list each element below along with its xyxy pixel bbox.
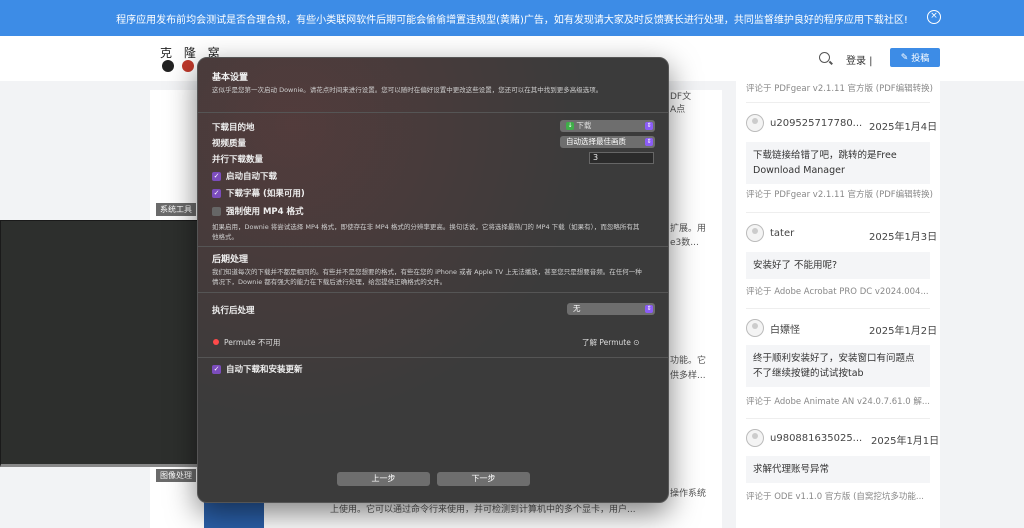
- comment-user[interactable]: u980881635025...: [746, 429, 862, 447]
- login-link[interactable]: 登录 |: [846, 52, 873, 67]
- article-excerpt: 上使用。它可以通过命令行来使用，并可检测到计算机中的多个显卡，用户...: [330, 505, 636, 515]
- post-processing-desc: 我们知道每次的下载并不都是相同的。有些并不是您想要的格式，有些在您的 iPhon…: [212, 268, 642, 286]
- comment-text: 求解代理账号异常: [746, 456, 930, 483]
- basic-settings-title: 基本设置: [212, 73, 249, 83]
- checkmark-icon: ✓: [212, 364, 221, 374]
- parallel-downloads-label: 并行下载数量: [212, 155, 264, 165]
- comment-source[interactable]: 评论于 ODE v1.1.0 官方版 (自窝挖坑多功能...: [746, 490, 924, 502]
- video-quality-popup[interactable]: 自动选择最佳画质 ⇕: [560, 136, 655, 148]
- comment-source[interactable]: 评论于 Adobe Animate AN v24.0.7.61.0 解...: [746, 395, 930, 407]
- unchecked-box-icon: [212, 206, 221, 216]
- chevron-updown-icon: ⇕: [645, 122, 653, 130]
- avatar: [746, 224, 764, 242]
- download-dest-popup[interactable]: ↓ 下载 ⇕: [560, 120, 655, 132]
- search-icon[interactable]: [819, 52, 830, 63]
- post-processing-title: 后期处理: [212, 255, 249, 265]
- divider: [198, 292, 668, 293]
- comment-source[interactable]: 评论于 Adobe Acrobat PRO DC v2024.004...: [746, 285, 929, 297]
- auto-update-checkbox[interactable]: ✓ 自动下载和安装更新: [212, 363, 303, 375]
- video-quality-label: 视频质量: [212, 139, 247, 149]
- comment-text: 下载链接给错了吧，跳转的是Free Download Manager: [746, 142, 930, 184]
- learn-permute-link[interactable]: 了解 Permute ⊙: [582, 337, 640, 348]
- permute-status: Permute 不可用: [224, 338, 281, 347]
- article-excerpt: 功能。它: [670, 356, 707, 366]
- subtitles-checkbox[interactable]: ✓ 下载字幕 (如果可用): [212, 187, 305, 199]
- article-excerpt: 供多样...: [670, 371, 706, 381]
- comment-user[interactable]: tater: [746, 224, 794, 242]
- divider: [746, 308, 930, 309]
- comment-date: 2025年1月2日: [869, 326, 938, 337]
- divider: [198, 357, 668, 358]
- article-excerpt: DF文: [670, 92, 692, 102]
- article-excerpt: e3数...: [670, 238, 699, 248]
- chevron-updown-icon: ⇕: [645, 305, 653, 313]
- basic-settings-desc: 这似乎是您第一次启动 Downie。请花点时间来进行设置。您可以随时在偏好设置中…: [212, 86, 603, 94]
- mp4-desc: 如果启用，Downie 将尝试选择 MP4 格式，即使存在非 MP4 格式的分辨…: [212, 223, 640, 241]
- notice-text: 程序应用发布前均会测试是否合理合规，有些小类联网软件后期可能会偷偷增置违规型(黄…: [116, 14, 908, 26]
- comment-user[interactable]: u209525717780...: [746, 114, 862, 132]
- comment-date: 2025年1月3日: [869, 232, 938, 243]
- notice-bar: 程序应用发布前均会测试是否合理合规，有些小类联网软件后期可能会偷偷增置违规型(黄…: [0, 0, 1024, 36]
- divider: [198, 246, 668, 247]
- status-dot-icon: [213, 339, 219, 345]
- parallel-downloads-field[interactable]: 3: [589, 152, 654, 164]
- divider: [198, 112, 668, 113]
- avatar: [746, 429, 764, 447]
- previous-button[interactable]: 上一步: [337, 472, 430, 486]
- article-excerpt: 扩展。用: [670, 224, 707, 234]
- download-dest-label: 下载目的地: [212, 123, 255, 133]
- category-tag[interactable]: 图像处理: [156, 469, 196, 482]
- checkmark-icon: ✓: [212, 188, 221, 198]
- download-folder-icon: ↓: [566, 122, 574, 130]
- comment-source[interactable]: 评论于 PDFgear v2.1.11 官方版 (PDF编辑转换): [746, 188, 933, 200]
- logo-dot-red-icon: [182, 60, 194, 72]
- after-processing-popup[interactable]: 无 ⇕: [567, 303, 655, 315]
- avatar: [746, 319, 764, 337]
- avatar: [746, 114, 764, 132]
- auto-download-checkbox[interactable]: ✓ 启动自动下载: [212, 170, 277, 182]
- after-processing-label: 执行后处理: [212, 306, 255, 316]
- article-excerpt: A点: [670, 105, 686, 115]
- chevron-updown-icon: ⇕: [645, 138, 653, 146]
- next-button[interactable]: 下一步: [437, 472, 530, 486]
- force-mp4-checkbox[interactable]: 强制使用 MP4 格式: [212, 205, 304, 217]
- logo-dot-icon: [162, 60, 174, 72]
- post-button[interactable]: ✎ 投稿: [890, 48, 940, 67]
- comment-source[interactable]: 评论于 PDFgear v2.1.11 官方版 (PDF编辑转换): [746, 82, 933, 94]
- comment-date: 2025年1月1日: [871, 436, 940, 447]
- close-icon[interactable]: ×: [927, 10, 941, 24]
- category-tag[interactable]: 系统工具: [156, 203, 196, 216]
- divider: [746, 212, 930, 213]
- comment-text: 终于顺利安装好了，安装窗口有问题点不了继续按键的试试按tab: [746, 345, 930, 387]
- article-excerpt: 操作系统: [670, 489, 707, 499]
- downie-setup-dialog: 基本设置 这似乎是您第一次启动 Downie。请花点时间来进行设置。您可以随时在…: [197, 57, 669, 503]
- comment-user[interactable]: 白嫖怪: [746, 319, 800, 337]
- divider: [746, 102, 930, 103]
- comment-date: 2025年1月4日: [869, 122, 938, 133]
- divider: [746, 418, 930, 419]
- checkmark-icon: ✓: [212, 171, 221, 181]
- comment-text: 安装好了 不能用呢?: [746, 252, 930, 279]
